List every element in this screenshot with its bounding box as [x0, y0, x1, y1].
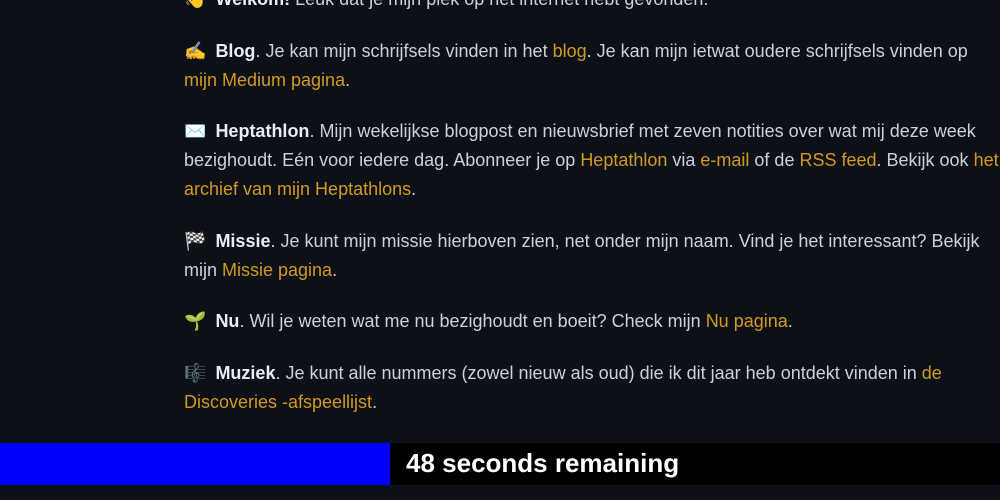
heptathlon-text3: of de: [749, 150, 799, 170]
heptathlon-title: Heptathlon: [215, 121, 309, 141]
email-link[interactable]: e-mail: [700, 150, 749, 170]
blog-text1: . Je kan mijn schrijfsels vinden in het: [255, 41, 552, 61]
heptathlon-text2: via: [667, 150, 700, 170]
footer-text-container: 48 seconds remaining: [390, 443, 1000, 485]
heptathlon-text5: .: [411, 179, 416, 199]
envelope-icon: ✉️: [184, 117, 206, 146]
footer-bar: 48 seconds remaining: [0, 443, 1000, 485]
heptathlon-section: ✉️ Heptathlon. Mijn wekelijkse blogpost …: [184, 117, 1000, 203]
nu-section: 🌱 Nu. Wil je weten wat me nu bezighoudt …: [184, 307, 1000, 336]
muziek-text2: .: [372, 392, 377, 412]
nu-text2: .: [788, 311, 793, 331]
muziek-title: Muziek: [215, 363, 275, 383]
blog-title: Blog: [215, 41, 255, 61]
heptathlon-text4: . Bekijk ook: [877, 150, 974, 170]
blog-text2: . Je kan mijn ietwat oudere schrijfsels …: [587, 41, 968, 61]
missie-section: 🏁 Missie. Je kunt mijn missie hierboven …: [184, 227, 1000, 285]
missie-title: Missie: [215, 231, 270, 251]
countdown-text: 48 seconds remaining: [406, 443, 679, 485]
rss-link[interactable]: RSS feed: [799, 150, 876, 170]
music-icon: 🎼: [184, 359, 206, 388]
nu-title: Nu: [215, 311, 239, 331]
welkom-text: Leuk dat je mijn plek op het internet he…: [290, 0, 708, 9]
welkom-section: 👋 Welkom! Leuk dat je mijn plek op het i…: [184, 0, 1000, 14]
medium-link[interactable]: mijn Medium pagina: [184, 70, 345, 90]
nu-text1: . Wil je weten wat me nu bezighoudt en b…: [239, 311, 705, 331]
seedling-icon: 🌱: [184, 307, 206, 336]
progress-bar: [0, 443, 390, 485]
welkom-title: Welkom!: [215, 0, 290, 9]
writing-icon: ✍️: [184, 37, 206, 66]
missie-link[interactable]: Missie pagina: [222, 260, 332, 280]
muziek-section: 🎼 Muziek. Je kunt alle nummers (zowel ni…: [184, 359, 1000, 417]
main-content: 👋 Welkom! Leuk dat je mijn plek op het i…: [0, 0, 1000, 417]
missie-text2: .: [332, 260, 337, 280]
wave-icon: 👋: [184, 0, 206, 14]
muziek-text1: . Je kunt alle nummers (zowel nieuw als …: [275, 363, 921, 383]
flag-icon: 🏁: [184, 227, 206, 256]
blog-link[interactable]: blog: [553, 41, 587, 61]
nu-link[interactable]: Nu pagina: [706, 311, 788, 331]
blog-section: ✍️ Blog. Je kan mijn schrijfsels vinden …: [184, 37, 1000, 95]
blog-text3: .: [345, 70, 350, 90]
heptathlon-link[interactable]: Heptathlon: [580, 150, 667, 170]
